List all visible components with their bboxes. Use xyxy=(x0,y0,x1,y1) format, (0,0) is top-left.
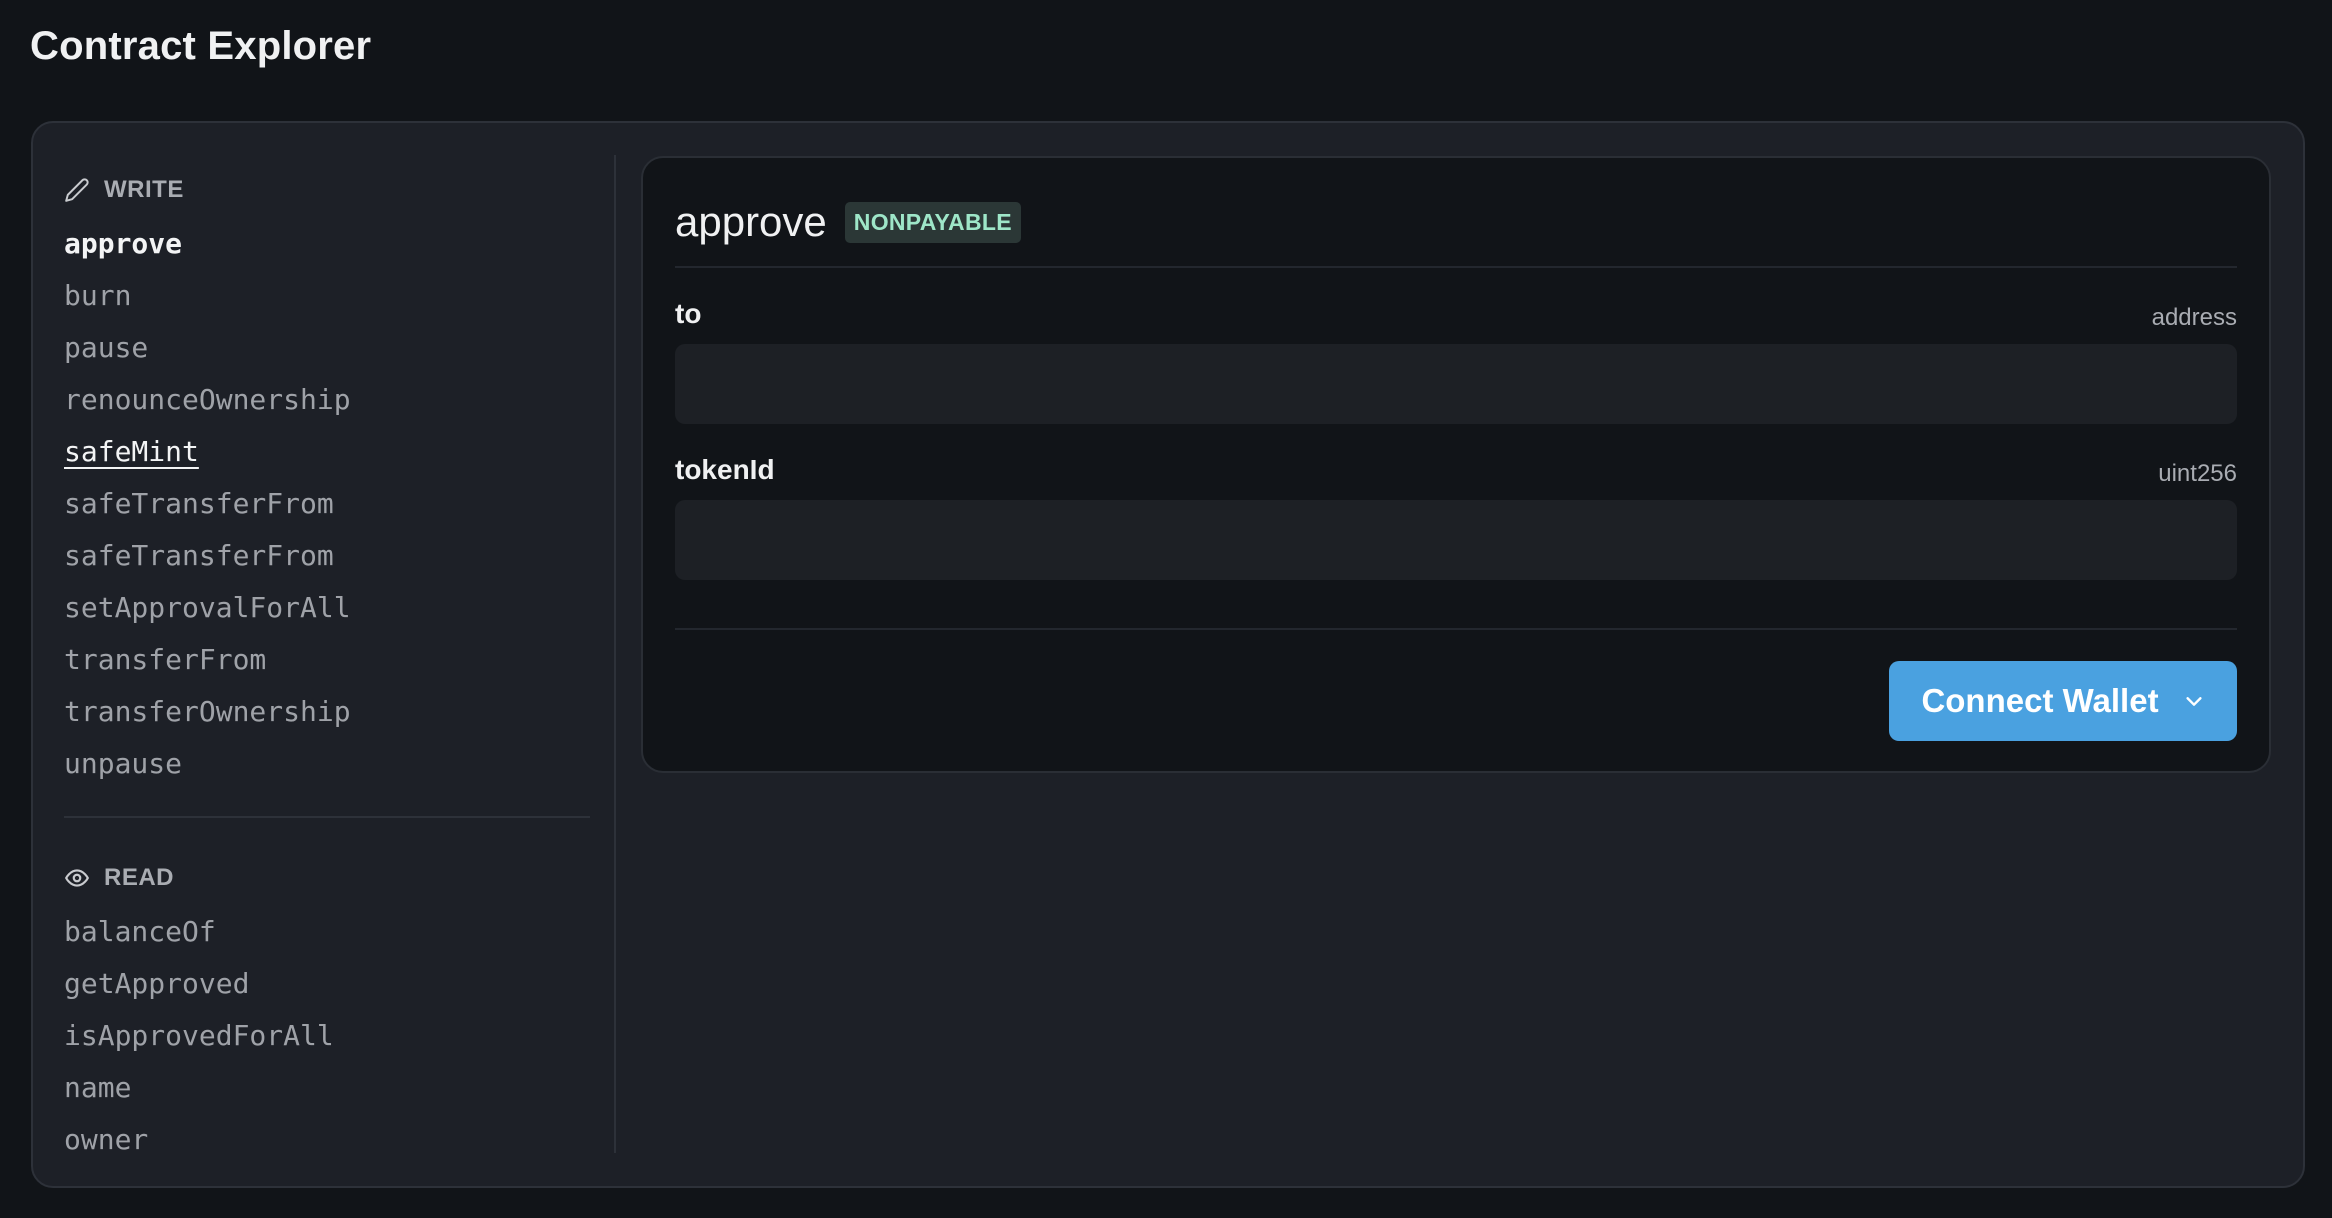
section-divider xyxy=(64,816,590,818)
connect-wallet-button[interactable]: Connect Wallet xyxy=(1889,661,2237,741)
param-token-id-type: uint256 xyxy=(2158,460,2237,487)
eye-icon xyxy=(65,869,89,887)
chevron-down-icon xyxy=(2185,697,2202,706)
function-card: approve NONPAYABLE to address tokenId ui… xyxy=(641,156,2271,773)
read-fn-name[interactable]: name xyxy=(64,1062,590,1114)
header-divider xyxy=(675,266,2237,268)
write-fn-safe-transfer-from-2[interactable]: safeTransferFrom xyxy=(64,530,590,582)
param-to-input[interactable] xyxy=(675,344,2237,424)
write-fn-burn[interactable]: burn xyxy=(64,270,590,322)
write-fn-safe-transfer-from[interactable]: safeTransferFrom xyxy=(64,478,590,530)
write-section-header: WRITE xyxy=(64,168,590,212)
write-fn-set-approval-for-all[interactable]: setApprovalForAll xyxy=(64,582,590,634)
connect-wallet-label: Connect Wallet xyxy=(1921,682,2159,719)
pencil-icon xyxy=(65,178,89,202)
write-fn-transfer-from[interactable]: transferFrom xyxy=(64,634,590,686)
write-function-list: approve burn pause renounceOwnership saf… xyxy=(64,218,590,790)
read-fn-is-approved-for-all[interactable]: isApprovedForAll xyxy=(64,1010,590,1062)
param-to-label: to xyxy=(675,298,702,329)
sidebar-divider xyxy=(614,155,616,1153)
param-to-type: address xyxy=(2151,304,2237,331)
param-token-id-input[interactable] xyxy=(675,500,2237,580)
write-fn-unpause[interactable]: unpause xyxy=(64,738,590,790)
write-fn-safe-mint[interactable]: safeMint xyxy=(64,426,590,478)
function-sidebar: WRITE approve burn pause renounceOwnersh… xyxy=(64,168,590,1166)
read-section-label: READ xyxy=(104,864,175,891)
function-header: approve NONPAYABLE xyxy=(675,198,1021,246)
write-fn-pause[interactable]: pause xyxy=(64,322,590,374)
read-fn-owner[interactable]: owner xyxy=(64,1114,590,1166)
write-section-label: WRITE xyxy=(104,176,184,203)
write-fn-approve[interactable]: approve xyxy=(64,218,590,270)
read-function-list: balanceOf getApproved isApprovedForAll n… xyxy=(64,906,590,1166)
function-name: approve xyxy=(675,198,827,245)
page-title: Contract Explorer xyxy=(30,24,372,68)
state-mutability-badge: NONPAYABLE xyxy=(844,201,1021,243)
read-fn-balance-of[interactable]: balanceOf xyxy=(64,906,590,958)
read-section-header: READ xyxy=(64,856,590,900)
write-fn-transfer-ownership[interactable]: transferOwnership xyxy=(64,686,590,738)
write-fn-renounce-ownership[interactable]: renounceOwnership xyxy=(64,374,590,426)
read-fn-get-approved[interactable]: getApproved xyxy=(64,958,590,1010)
footer-divider xyxy=(675,628,2237,630)
param-token-id-label: tokenId xyxy=(675,454,775,485)
